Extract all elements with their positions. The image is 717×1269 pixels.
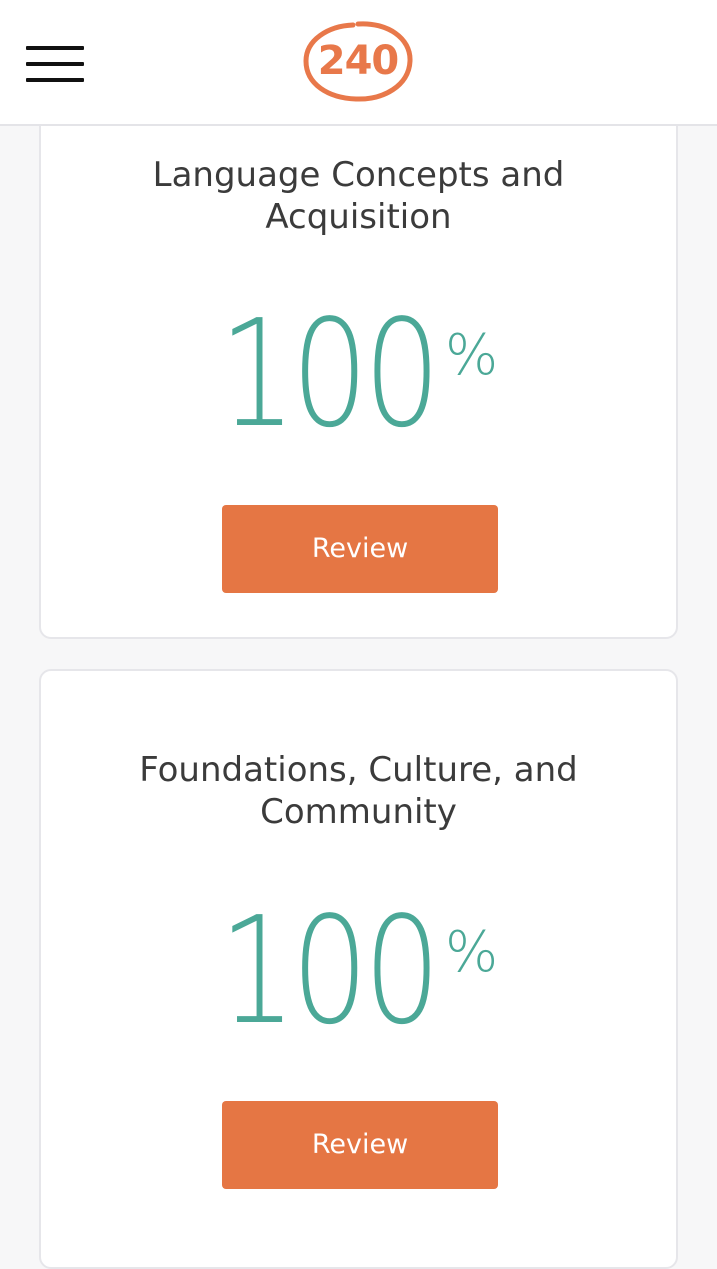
review-button[interactable]: Review xyxy=(222,505,498,593)
logo[interactable]: 240 xyxy=(301,18,415,104)
score-value: 100 xyxy=(219,885,441,1057)
score-value: 100 xyxy=(219,288,441,460)
card-title: Foundations, Culture, and Community xyxy=(61,749,656,833)
card-title-line: Foundations, Culture, and xyxy=(139,750,578,790)
module-card: Foundations, Culture, and Community 100 … xyxy=(39,669,678,1269)
review-button[interactable]: Review xyxy=(222,1101,498,1189)
score-display: 100 % xyxy=(41,288,676,460)
score-unit: % xyxy=(445,920,499,985)
score-display: 100 % xyxy=(41,885,676,1057)
menu-bar xyxy=(26,78,84,82)
menu-bar xyxy=(26,46,84,50)
hamburger-menu-icon[interactable] xyxy=(26,44,84,84)
card-title: Language Concepts and Acquisition xyxy=(61,154,656,238)
score-unit: % xyxy=(445,323,499,388)
card-title-line: Acquisition xyxy=(265,197,452,237)
card-title-line: Community xyxy=(260,792,457,832)
card-title-line: Language Concepts and xyxy=(152,155,565,195)
top-header: 240 xyxy=(0,0,717,126)
menu-bar xyxy=(26,62,84,66)
logo-text: 240 xyxy=(317,38,400,84)
module-card: Language Concepts and Acquisition 100 % … xyxy=(39,70,678,639)
